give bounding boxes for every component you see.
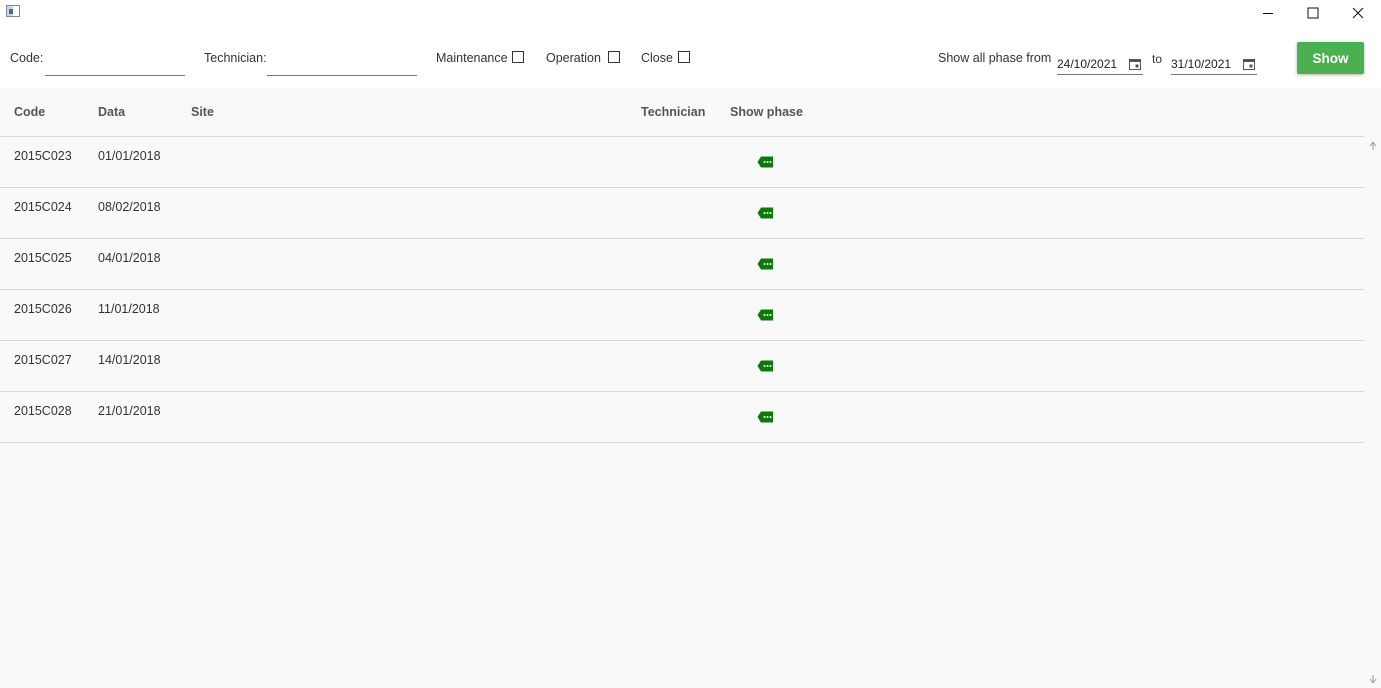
app-window-icon [6,5,20,17]
grid-header: Code Data Site Technician Show phase [0,88,1364,137]
cell-code: 2015C027 [14,353,72,367]
to-label: to [1152,52,1163,66]
close-checkbox[interactable] [678,51,690,63]
date-from-value: 24/10/2021 [1057,57,1118,71]
tag-more-icon[interactable] [757,156,774,168]
column-header-site[interactable]: Site [191,105,214,119]
table-row[interactable]: 2015C025 04/01/2018 [0,239,1364,290]
cell-data: 04/01/2018 [98,251,161,265]
column-header-code[interactable]: Code [14,105,45,119]
cell-code: 2015C025 [14,251,72,265]
table-row[interactable]: 2015C027 14/01/2018 [0,341,1364,392]
technician-input[interactable] [267,58,417,76]
cell-code: 2015C024 [14,200,72,214]
cell-code: 2015C026 [14,302,72,316]
column-header-show-phase[interactable]: Show phase [730,105,803,119]
show-button[interactable]: Show [1297,42,1364,74]
minimize-icon [1263,13,1273,14]
column-header-technician[interactable]: Technician [641,105,705,119]
operation-checkbox[interactable] [608,51,620,63]
date-from-picker[interactable]: 24/10/2021 [1057,56,1143,75]
close-button[interactable] [1335,0,1381,26]
calendar-icon[interactable] [1129,58,1141,70]
maximize-icon [1307,7,1319,19]
cell-code: 2015C023 [14,149,72,163]
cell-data: 11/01/2018 [98,302,160,316]
table-row[interactable]: 2015C023 01/01/2018 [0,137,1364,188]
code-input[interactable] [45,58,185,76]
maintenance-checkbox[interactable] [512,51,524,63]
tag-more-icon[interactable] [757,360,774,372]
cell-data: 01/01/2018 [98,149,161,163]
calendar-icon[interactable] [1243,58,1255,70]
table-row[interactable]: 2015C028 21/01/2018 [0,392,1364,443]
date-range-label: Show all phase from [938,51,1052,65]
cell-data: 08/02/2018 [98,200,161,214]
scroll-down-arrow-icon[interactable] [1366,671,1380,687]
code-label: Code: [10,51,44,65]
data-grid: Code Data Site Technician Show phase 201… [0,88,1381,688]
title-bar [0,0,1381,26]
maximize-button[interactable] [1290,0,1336,26]
date-to-value: 31/10/2021 [1171,57,1232,71]
minimize-button[interactable] [1245,0,1291,26]
grid-rows: 2015C023 01/01/2018 2015C024 08/02/2018 … [0,137,1364,443]
cell-code: 2015C028 [14,404,72,418]
tag-more-icon[interactable] [757,207,774,219]
tag-more-icon[interactable] [757,411,774,423]
maintenance-label: Maintenance [436,51,508,65]
table-row[interactable]: 2015C026 11/01/2018 [0,290,1364,341]
tag-more-icon[interactable] [757,309,774,321]
table-row[interactable]: 2015C024 08/02/2018 [0,188,1364,239]
cell-data: 21/01/2018 [98,404,161,418]
technician-label: Technician: [204,51,267,65]
filter-bar: Code: Technician: Maintenance Operation … [0,26,1381,88]
close-icon [1352,7,1364,19]
tag-more-icon[interactable] [757,258,774,270]
date-to-picker[interactable]: 31/10/2021 [1171,56,1257,75]
column-header-data[interactable]: Data [98,105,125,119]
close-label: Close [641,51,673,65]
operation-label: Operation [546,51,601,65]
cell-data: 14/01/2018 [98,353,161,367]
scroll-up-arrow-icon[interactable] [1366,138,1380,154]
